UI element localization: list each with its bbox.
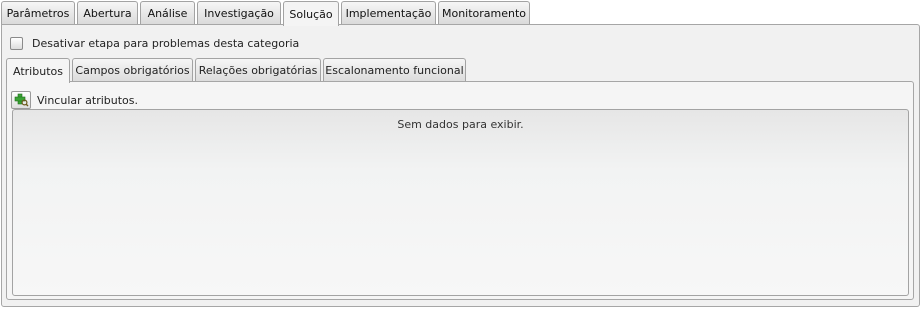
subtab-campos-obrigatorios[interactable]: Campos obrigatórios xyxy=(72,58,193,82)
tab-analise[interactable]: Análise xyxy=(140,1,195,25)
subtab-label: Escalonamento funcional xyxy=(325,64,464,77)
disable-step-label: Desativar etapa para problemas desta cat… xyxy=(32,37,300,50)
subtab-atributos[interactable]: Atributos xyxy=(6,58,70,83)
link-attributes-button[interactable] xyxy=(11,91,31,109)
attributes-toolbar: Vincular atributos. xyxy=(11,91,138,109)
tab-monitoramento[interactable]: Monitoramento xyxy=(438,1,530,25)
tab-implementacao[interactable]: Implementação xyxy=(341,1,436,25)
tab-label: Solução xyxy=(289,7,333,21)
subtab-relacoes-obrigatorias[interactable]: Relações obrigatórias xyxy=(195,58,321,82)
link-attributes-label[interactable]: Vincular atributos. xyxy=(37,94,138,107)
tab-label: Implementação xyxy=(345,7,432,20)
tab-parametros[interactable]: Parâmetros xyxy=(1,1,75,25)
disable-step-checkbox[interactable] xyxy=(10,37,23,50)
attributes-grid: Sem dados para exibir. xyxy=(12,109,909,296)
tab-investigacao[interactable]: Investigação xyxy=(197,1,281,25)
subtab-label: Atributos xyxy=(13,64,63,78)
subtab-escalonamento-funcional[interactable]: Escalonamento funcional xyxy=(323,58,466,82)
tab-label: Abertura xyxy=(83,7,132,20)
tab-solucao[interactable]: Solução xyxy=(283,1,339,26)
tab-abertura[interactable]: Abertura xyxy=(77,1,138,25)
tab-label: Parâmetros xyxy=(6,7,70,20)
tab-label: Monitoramento xyxy=(441,7,527,20)
empty-grid-message: Sem dados para exibir. xyxy=(397,118,524,131)
disable-step-row: Desativar etapa para problemas desta cat… xyxy=(10,37,299,50)
subtab-label: Campos obrigatórios xyxy=(75,64,190,77)
add-link-icon xyxy=(14,93,29,107)
tab-label: Investigação xyxy=(204,7,274,20)
tab-label: Análise xyxy=(147,7,188,20)
subtab-label: Relações obrigatórias xyxy=(198,64,318,77)
